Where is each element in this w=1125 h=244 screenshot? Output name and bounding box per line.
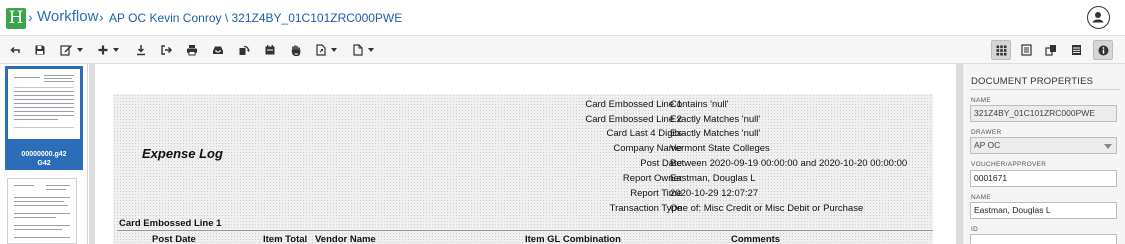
list-view-icon [1020, 44, 1032, 56]
criteria-label: Card Embossed Line 2 [585, 114, 682, 125]
report-body [113, 94, 933, 244]
section-divider [117, 230, 933, 231]
criteria-value: Vermont State Colleges [670, 143, 770, 154]
document-properties-panel: DOCUMENT PROPERTIES NAME 321Z4BY_01C101Z… [962, 64, 1125, 244]
criteria-value: Contains 'null' [670, 99, 729, 110]
column-header-vendor-name: Vendor Name [315, 234, 376, 244]
download-icon [137, 45, 145, 56]
thumbnail-panel: 00000000.g42 G42 [0, 64, 88, 244]
criteria-label: Card Embossed Line 1 [585, 99, 682, 110]
chevron-down-icon [113, 48, 119, 52]
table-view-icon [1071, 45, 1081, 55]
chevron-down-icon [1104, 144, 1112, 149]
chevron-down-icon [77, 48, 83, 52]
document-viewer[interactable]: Expense Log Card Embossed Line 1 Contain… [89, 64, 962, 244]
grid-view-icon [996, 45, 1006, 55]
voucher-approver-field[interactable]: 0001671 [970, 170, 1117, 187]
criteria-value: Eastman, Douglas L [670, 173, 756, 184]
print-icon [187, 45, 197, 56]
grid-view-button[interactable] [991, 40, 1011, 60]
export-button[interactable] [160, 41, 173, 59]
breadcrumb-separator-icon: › [28, 9, 33, 25]
info-button[interactable] [1093, 40, 1113, 60]
criteria-value: Exactly Matches 'null' [670, 114, 761, 125]
page-icon [316, 44, 326, 56]
page-menu-button[interactable] [315, 41, 337, 59]
document-page: Expense Log Card Embossed Line 1 Contain… [95, 64, 956, 244]
pan-button[interactable] [290, 41, 302, 59]
criteria-value: One of: Misc Credit or Misc Debit or Pur… [670, 203, 864, 214]
chevron-down-icon [368, 48, 374, 52]
rotate-icon [239, 45, 250, 55]
app-logo[interactable]: H [6, 8, 26, 29]
field-label-id: ID [971, 226, 979, 233]
document-name-field[interactable]: 321Z4BY_01C101ZRC000PWE [970, 105, 1117, 122]
breadcrumb-document-title: AP OC Kevin Conroy \ 321Z4BY_01C101ZRC00… [109, 11, 403, 25]
owner-name-field[interactable]: Eastman, Douglas L [970, 202, 1117, 219]
field-label-voucher-approver: VOUCHER/APPROVER [971, 161, 1047, 168]
document-icon [353, 44, 363, 56]
id-field[interactable] [970, 234, 1117, 244]
add-icon [98, 45, 108, 55]
stamp-icon [265, 45, 275, 55]
save-icon [35, 45, 45, 55]
field-label-name: NAME [971, 97, 991, 104]
split-view-icon [1045, 45, 1056, 56]
user-icon [1092, 12, 1104, 23]
list-view-button[interactable] [1016, 40, 1036, 60]
add-menu-button[interactable] [97, 41, 119, 59]
split-view-button[interactable] [1041, 40, 1061, 60]
chevron-down-icon [331, 48, 337, 52]
drawer-select[interactable]: AP OC [970, 137, 1117, 154]
document-menu-button[interactable] [352, 41, 374, 59]
column-header-item-gl-combination: Item GL Combination [525, 234, 621, 244]
download-button[interactable] [135, 41, 147, 59]
column-header-post-date: Post Date [152, 234, 196, 244]
edit-menu-button[interactable] [60, 41, 83, 59]
back-icon [10, 46, 20, 54]
print-button[interactable] [186, 41, 198, 59]
edit-icon [60, 45, 72, 56]
column-header-item-total: Item Total [263, 234, 308, 244]
field-label-drawer: DRAWER [971, 129, 1002, 136]
thumbnail-page-preview [8, 69, 80, 139]
table-view-button[interactable] [1066, 40, 1086, 60]
report-title: Expense Log [142, 146, 223, 161]
drawer-select-value: AP OC [974, 140, 1001, 150]
panel-title: DOCUMENT PROPERTIES [971, 76, 1094, 87]
breadcrumb-workflow-link[interactable]: Workflow [37, 8, 98, 26]
thumbnail-subcaption: G42 [37, 160, 51, 167]
criteria-value: 2020-10-29 12:07:27 [670, 188, 759, 199]
route-button[interactable] [212, 41, 224, 59]
inbox-icon [213, 46, 223, 54]
back-button[interactable] [9, 41, 21, 59]
export-icon [161, 45, 173, 55]
user-menu-button[interactable] [1087, 6, 1110, 29]
toolbar [0, 36, 1125, 64]
info-icon [1098, 45, 1108, 55]
column-header-comments: Comments [731, 234, 781, 244]
report-section-header: Card Embossed Line 1 [119, 218, 222, 229]
criteria-value: Exactly Matches 'null' [670, 128, 761, 139]
field-label-owner-name: NAME [971, 194, 991, 201]
thumbnail-caption: 00000000.g42 [21, 151, 67, 158]
criteria-value: Between 2020-09-19 00:00:00 and 2020-10-… [670, 158, 908, 169]
thumbnail-item-selected[interactable]: 00000000.g42 G42 [5, 66, 83, 170]
panel-divider [970, 89, 1120, 90]
save-button[interactable] [34, 41, 46, 59]
hand-icon [291, 45, 301, 56]
rotate-button[interactable] [238, 41, 250, 59]
breadcrumb-separator-icon: › [99, 9, 104, 25]
app-header: H › Workflow › AP OC Kevin Conroy \ 321Z… [0, 0, 1125, 36]
stamp-button[interactable] [264, 41, 276, 59]
thumbnail-item[interactable] [7, 178, 77, 244]
